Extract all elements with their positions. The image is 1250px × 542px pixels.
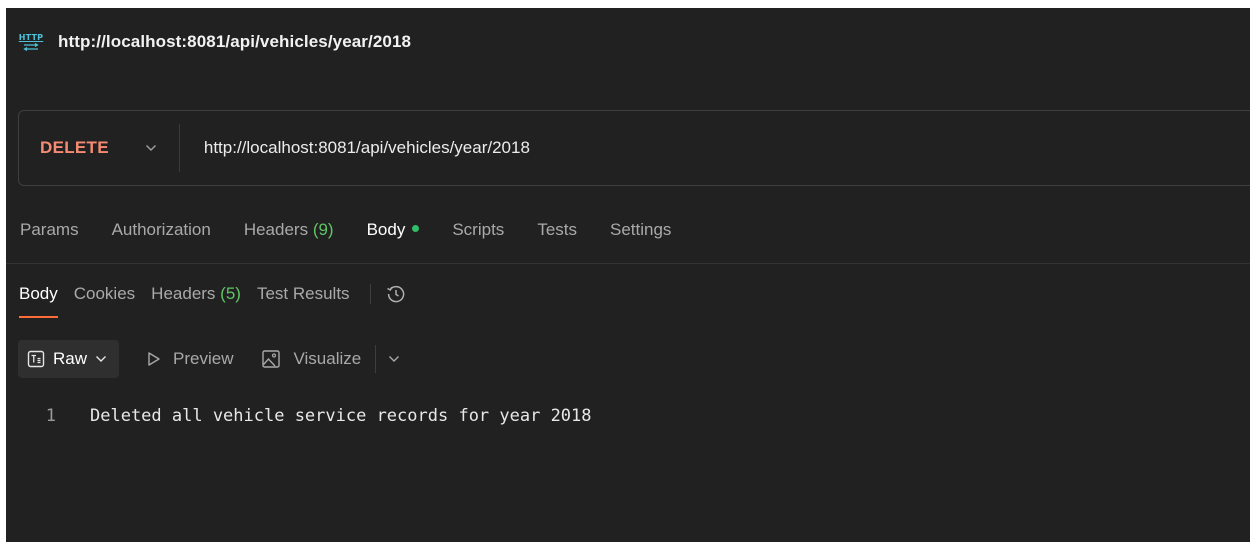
method-selector[interactable]: DELETE <box>40 138 109 158</box>
history-icon[interactable] <box>385 283 407 305</box>
chevron-down-icon[interactable] <box>145 144 157 152</box>
tab-params[interactable]: Params <box>20 220 79 240</box>
tab-tests[interactable]: Tests <box>537 220 577 240</box>
image-icon <box>261 349 281 369</box>
chevron-down-icon[interactable] <box>388 355 400 363</box>
response-tabs-divider <box>369 284 371 304</box>
visualize-button[interactable]: Visualize <box>261 349 361 369</box>
text-format-icon <box>27 350 45 368</box>
tab-headers-label: Headers <box>243 220 309 239</box>
play-outline-icon <box>147 351 161 367</box>
postman-request-panel: HTTP http://localhost:8081/api/vehicles/… <box>6 8 1250 542</box>
tab-settings[interactable]: Settings <box>610 220 671 240</box>
visualize-label: Visualize <box>293 349 362 368</box>
url-divider <box>178 124 180 172</box>
tab-headers[interactable]: Headers (9) <box>244 220 334 240</box>
preview-button[interactable]: Preview <box>147 349 233 369</box>
body-indicator-dot <box>412 225 420 233</box>
response-body-line[interactable]: 1 Deleted all vehicle service records fo… <box>6 406 592 426</box>
tab-body[interactable]: Body <box>367 220 420 240</box>
line-text: Deleted all vehicle service records for … <box>90 406 592 426</box>
response-tab-body[interactable]: Body <box>19 284 58 318</box>
url-input[interactable] <box>203 138 1104 158</box>
raw-label: Raw <box>53 349 88 368</box>
line-number: 1 <box>45 406 56 426</box>
response-tab-cookies[interactable]: Cookies <box>74 284 135 304</box>
raw-format-button[interactable]: Raw <box>18 340 120 378</box>
url-bar: DELETE <box>18 110 1250 186</box>
http-icon: HTTP <box>18 29 44 55</box>
response-tab-headers[interactable]: Headers (5) <box>151 284 241 304</box>
request-tabs: Params Authorization Headers (9) Body Sc… <box>20 220 704 240</box>
headers-count: (9) <box>312 220 334 239</box>
request-title-bar: HTTP http://localhost:8081/api/vehicles/… <box>18 26 411 58</box>
response-format-toolbar: Raw Preview Visualize <box>18 340 400 378</box>
request-title[interactable]: http://localhost:8081/api/vehicles/year/… <box>58 32 411 52</box>
format-toolbar-divider <box>375 345 377 373</box>
preview-label: Preview <box>173 349 234 368</box>
tab-scripts[interactable]: Scripts <box>452 220 504 240</box>
chevron-down-icon <box>95 355 107 363</box>
tabs-separator <box>6 263 1250 264</box>
response-tab-test-results[interactable]: Test Results <box>257 284 350 304</box>
response-tabs: Body Cookies Headers (5) Test Results <box>19 283 407 318</box>
response-headers-count: (5) <box>220 284 241 303</box>
tab-body-label: Body <box>366 220 406 239</box>
tab-authorization[interactable]: Authorization <box>112 220 211 240</box>
response-tab-headers-label: Headers <box>151 284 216 303</box>
